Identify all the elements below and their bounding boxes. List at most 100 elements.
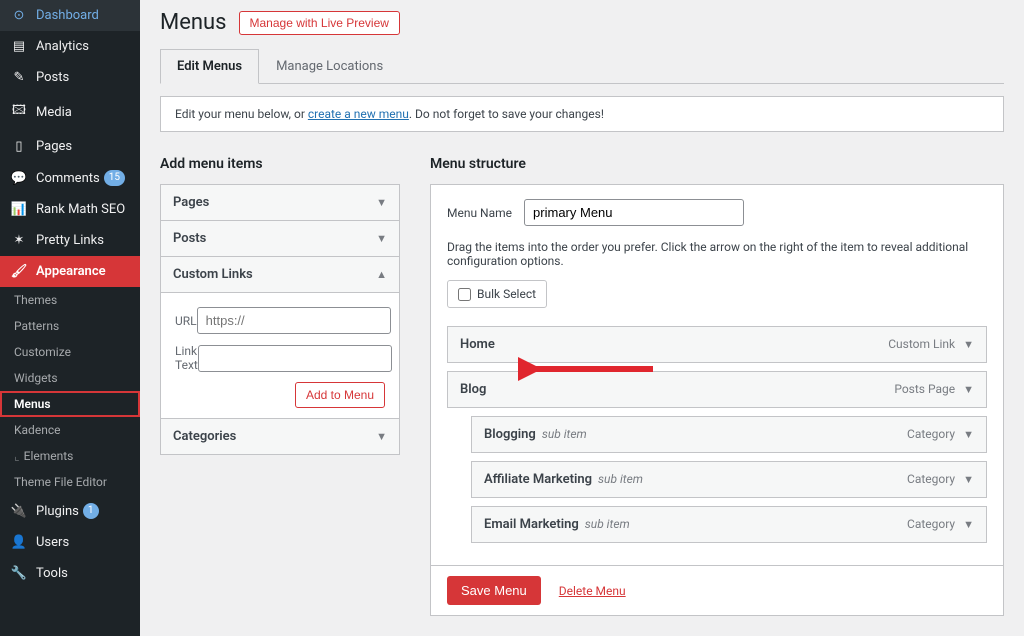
add-items-heading: Add menu items (160, 156, 400, 172)
menu-item-type: Posts Page (894, 382, 955, 396)
sidebar-item-media[interactable]: 🖾Media (0, 93, 140, 131)
panel-categories[interactable]: Categories▼ (161, 418, 399, 454)
sidebar-label: Appearance (36, 264, 106, 279)
tab-edit-menus[interactable]: Edit Menus (160, 49, 259, 84)
menu-footer-bar: Save Menu Delete Menu (430, 565, 1004, 616)
menu-item[interactable]: Bloggingsub item Category ▼ (471, 416, 987, 453)
sidebar-label: Comments (36, 171, 100, 186)
sidebar-label: Users (36, 535, 69, 550)
sidebar-icon: ▯ (10, 139, 28, 154)
sidebar-subitem-menus[interactable]: Menus (0, 391, 140, 417)
sidebar-item-plugins[interactable]: 🔌 Plugins 1 (0, 495, 140, 527)
sidebar-subitem-themes[interactable]: Themes (0, 287, 140, 313)
sidebar-label: Dashboard (36, 8, 99, 23)
sidebar-item-appearance[interactable]: 🖌 Appearance (0, 256, 140, 287)
menu-item-type: Category (907, 472, 955, 486)
sidebar-subitem-customize[interactable]: Customize (0, 339, 140, 365)
chevron-down-icon: ▼ (963, 338, 974, 351)
sidebar-label: Pretty Links (36, 233, 104, 248)
page-title: Menus (160, 10, 227, 35)
sidebar-label: Posts (36, 70, 69, 85)
tab-bar: Edit Menus Manage Locations (160, 49, 1004, 84)
bulk-select-label: Bulk Select (477, 287, 536, 301)
create-new-menu-link[interactable]: create a new menu (308, 107, 409, 121)
sidebar-icon: ✎ (10, 70, 28, 85)
sidebar-label: Analytics (36, 39, 89, 54)
sidebar-icon: 🔌 (10, 504, 28, 519)
sidebar-item-rank-math-seo[interactable]: 📊 Rank Math SEO (0, 194, 140, 225)
sidebar-icon: 💬 (10, 171, 28, 186)
bulk-select[interactable]: Bulk Select (447, 280, 547, 308)
sidebar-icon: ✶ (10, 233, 28, 248)
sidebar-item-tools[interactable]: 🔧 Tools (0, 558, 140, 589)
menu-item[interactable]: Blog Posts Page ▼ (447, 371, 987, 408)
menu-item[interactable]: Email Marketingsub item Category ▼ (471, 506, 987, 543)
sidebar-label: Tools (36, 566, 68, 581)
link-text-label: Link Text (175, 344, 198, 372)
menu-item-label: Bloggingsub item (484, 427, 587, 442)
menu-items-list: HomeCustom Link▼BlogPosts Page▼Bloggings… (447, 326, 987, 543)
sidebar-label: Rank Math SEO (36, 202, 125, 217)
chevron-up-icon: ▲ (376, 268, 387, 281)
sidebar-item-dashboard[interactable]: ⊙ Dashboard (0, 0, 140, 31)
panel-custom-links-body: URL Link Text Add to Menu (161, 292, 399, 418)
url-label: URL (175, 314, 197, 328)
sidebar-label: Plugins (36, 504, 79, 519)
sidebar-subitem-theme-file-editor[interactable]: Theme File Editor (0, 469, 140, 495)
sidebar-icon: ⊙ (10, 8, 28, 23)
sidebar-item-users[interactable]: 👤 Users (0, 527, 140, 558)
chevron-down-icon: ▼ (963, 428, 974, 441)
menu-item-type: Category (907, 517, 955, 531)
notice-suffix: . Do not forget to save your changes! (409, 107, 604, 121)
save-menu-button[interactable]: Save Menu (447, 576, 541, 605)
bulk-select-checkbox[interactable] (458, 288, 471, 301)
sidebar-item-comments[interactable]: 💬 Comments 15 (0, 162, 140, 194)
sidebar-item-pretty-links[interactable]: ✶ Pretty Links (0, 225, 140, 256)
menu-item[interactable]: Home Custom Link ▼ (447, 326, 987, 363)
manage-live-preview-button[interactable]: Manage with Live Preview (239, 11, 400, 35)
sidebar-item-posts[interactable]: ✎ Posts (0, 62, 140, 93)
menu-item-label: Blog (460, 382, 486, 397)
panel-custom-links[interactable]: Custom Links▲ (161, 256, 399, 292)
menu-item-label: Email Marketingsub item (484, 517, 630, 532)
sidebar-icon: 👤 (10, 535, 28, 550)
menu-structure-card: Menu Name Drag the items into the order … (430, 184, 1004, 566)
custom-link-url-input[interactable] (197, 307, 391, 334)
chevron-down-icon: ▼ (376, 430, 387, 443)
menu-item-type: Custom Link (888, 337, 955, 351)
delete-menu-link[interactable]: Delete Menu (559, 584, 626, 598)
chevron-down-icon: ▼ (376, 232, 387, 245)
drag-hint: Drag the items into the order you prefer… (447, 240, 987, 268)
sidebar-icon: ▤ (10, 39, 28, 54)
menu-item[interactable]: Affiliate Marketingsub itemCategory▼ (471, 461, 987, 498)
sidebar-count-badge: 15 (104, 170, 125, 186)
menu-name-label: Menu Name (447, 206, 512, 220)
panel-pages[interactable]: Pages▼ (161, 185, 399, 220)
sidebar-icon: 🔧 (10, 566, 28, 581)
sidebar-count-badge: 1 (83, 503, 99, 519)
menu-item-label: Home (460, 337, 495, 352)
sidebar-icon: 📊 (10, 202, 28, 217)
sidebar-label: Media (36, 105, 72, 120)
sidebar-subitem-kadence[interactable]: Kadence (0, 417, 140, 443)
sidebar-icon: 🖌 (10, 264, 28, 279)
menu-structure-heading: Menu structure (430, 156, 1004, 172)
sidebar-item-analytics[interactable]: ▤ Analytics (0, 31, 140, 62)
sidebar-subitem-patterns[interactable]: Patterns (0, 313, 140, 339)
main-content: Menus Manage with Live Preview Edit Menu… (140, 0, 1024, 636)
notice-banner: Edit your menu below, or create a new me… (160, 96, 1004, 132)
menu-item-type: Category (907, 427, 955, 441)
tab-manage-locations[interactable]: Manage Locations (259, 49, 400, 83)
sidebar-subitem-widgets[interactable]: Widgets (0, 365, 140, 391)
add-items-accordion: Pages▼ Posts▼ Custom Links▲ URL Link Tex… (160, 184, 400, 455)
sidebar-item-pages[interactable]: ▯Pages (0, 131, 140, 162)
chevron-down-icon: ▼ (963, 383, 974, 396)
custom-link-text-input[interactable] (198, 345, 392, 372)
menu-name-input[interactable] (524, 199, 744, 226)
notice-prefix: Edit your menu below, or (175, 107, 308, 121)
panel-posts[interactable]: Posts▼ (161, 220, 399, 256)
sidebar-subitem-elements[interactable]: ⌞Elements (0, 443, 140, 469)
add-to-menu-button[interactable]: Add to Menu (295, 382, 385, 408)
chevron-down-icon: ▼ (963, 518, 974, 531)
admin-sidebar: ⊙ Dashboard ▤ Analytics ✎ Posts 🖾Media▯Pages 💬 C… (0, 0, 140, 636)
